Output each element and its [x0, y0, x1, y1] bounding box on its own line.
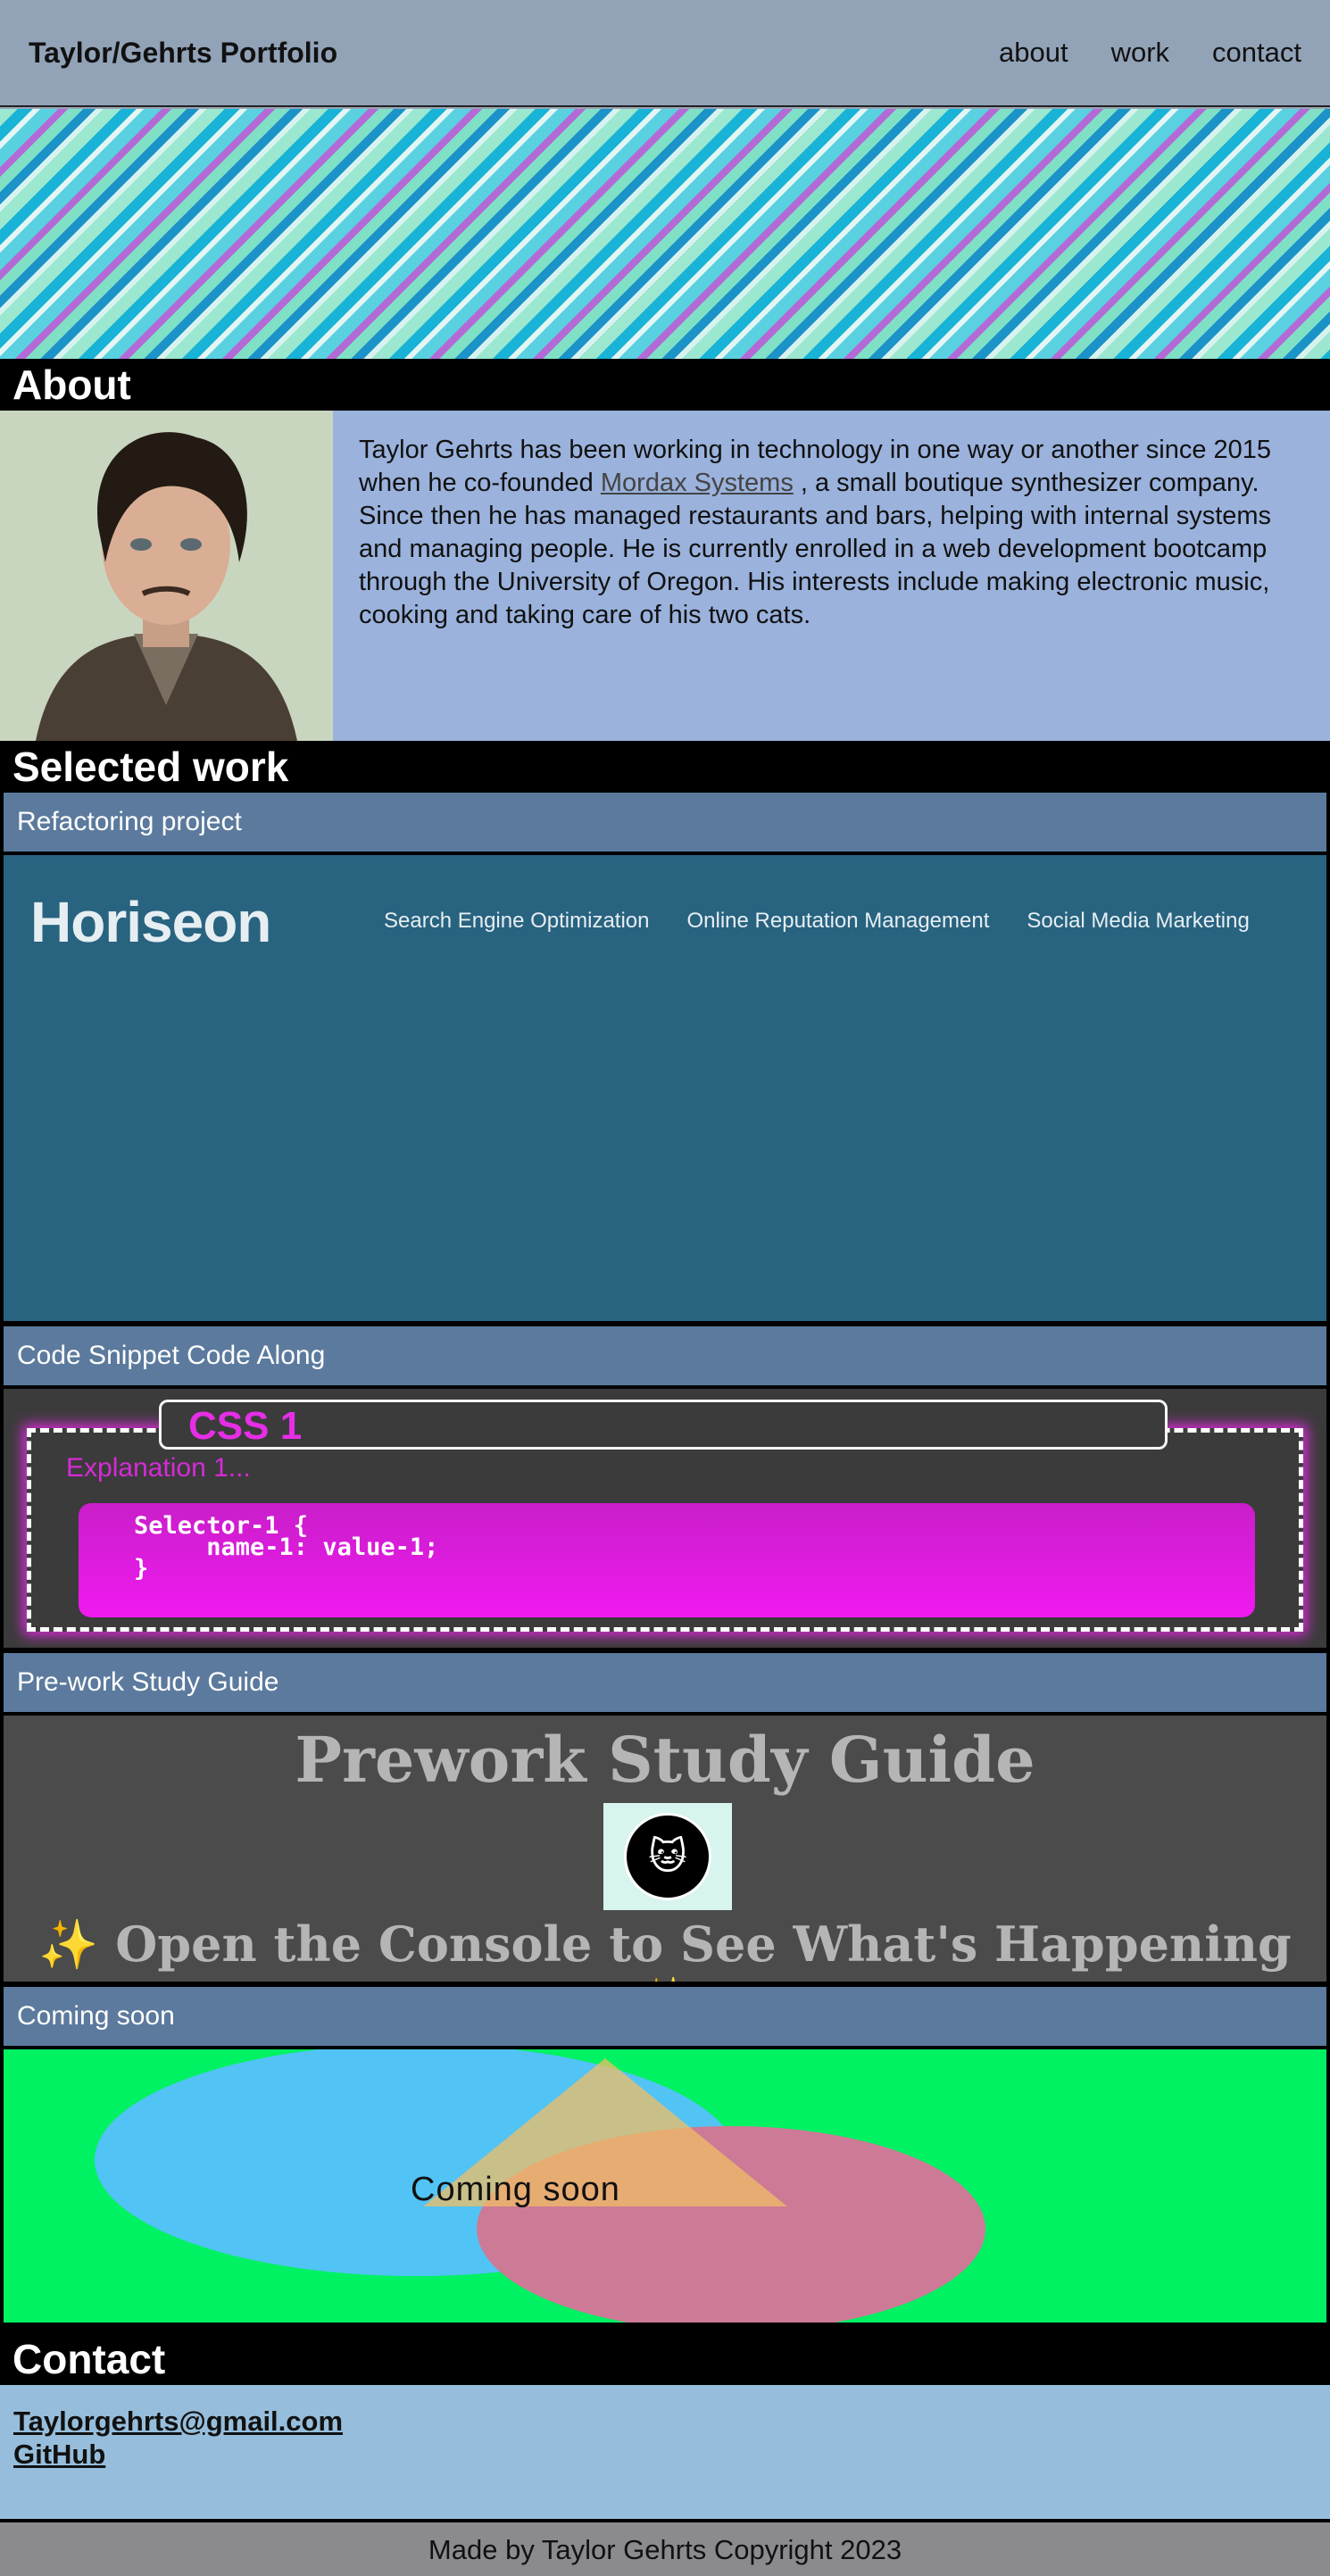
project-preview-image[interactable]: Horiseon Search Engine Optimization Onli… — [4, 855, 1326, 1321]
profile-portrait — [0, 411, 333, 741]
horiseon-nav-item: Online Reputation Management — [686, 909, 990, 933]
project-title[interactable]: Code Snippet Code Along — [4, 1326, 1326, 1385]
snippet-tab-label: CSS 1 — [188, 1404, 303, 1448]
snippet-explanation: Explanation 1... — [66, 1453, 251, 1483]
site-header: Taylor/Gehrts Portfolio about work conta… — [0, 0, 1330, 107]
nav-contact-link[interactable]: contact — [1212, 37, 1301, 69]
nav-work-link[interactable]: work — [1111, 37, 1169, 69]
about-section: Taylor Gehrts has been working in techno… — [0, 411, 1330, 741]
site-footer: Made by Taylor Gehrts Copyright 2023 — [0, 2519, 1330, 2576]
mordax-systems-link[interactable]: Mordax Systems — [601, 469, 794, 497]
project-card-refactoring[interactable]: Refactoring project Horiseon Search Engi… — [0, 793, 1330, 1326]
horiseon-nav-item: Social Media Marketing — [1027, 909, 1250, 933]
hero-banner — [0, 109, 1330, 359]
contact-heading: Contact — [0, 2333, 1330, 2385]
main-nav: about work contact — [999, 37, 1301, 69]
project-card-code-snippet[interactable]: Code Snippet Code Along CSS 1 Explanatio… — [0, 1326, 1330, 1653]
about-description: Taylor Gehrts has been working in techno… — [359, 434, 1305, 632]
project-title[interactable]: Refactoring project — [4, 793, 1326, 852]
project-title[interactable]: Pre-work Study Guide — [4, 1653, 1326, 1712]
github-link[interactable]: GitHub — [13, 2438, 1317, 2471]
horiseon-nav: Search Engine Optimization Online Reputa… — [384, 909, 1250, 934]
nav-about-link[interactable]: about — [999, 37, 1068, 69]
contact-section: Taylorgehrts@gmail.com GitHub — [0, 2385, 1330, 2519]
work-heading: Selected work — [0, 741, 1330, 793]
project-preview-image[interactable]: Coming soon — [4, 2049, 1326, 2323]
horiseon-nav-item: Search Engine Optimization — [384, 909, 650, 933]
about-heading: About — [0, 359, 1330, 411]
project-card-coming-soon[interactable]: Coming soon Coming soon — [0, 1987, 1330, 2333]
project-preview-image[interactable]: Prework Study Guide 🐱 ✨ Open the Console… — [4, 1716, 1326, 1982]
email-link[interactable]: Taylorgehrts@gmail.com — [13, 2405, 1317, 2438]
coming-soon-label: Coming soon — [411, 2171, 620, 2208]
horiseon-logo: Horiseon — [30, 890, 271, 954]
project-preview-image[interactable]: CSS 1 Explanation 1... Selector-1 { name… — [4, 1389, 1326, 1648]
snippet-code-block: Selector-1 { name-1: value-1; } — [79, 1503, 1255, 1617]
study-guide-subtitle: ✨ Open the Console to See What's Happeni… — [38, 1915, 1292, 1982]
cat-icon: 🐱 — [624, 1813, 711, 1900]
site-brand[interactable]: Taylor/Gehrts Portfolio — [29, 37, 337, 70]
project-card-study-guide[interactable]: Pre-work Study Guide Prework Study Guide… — [0, 1653, 1330, 1987]
project-title[interactable]: Coming soon — [4, 1987, 1326, 2046]
cat-avatar: 🐱 — [603, 1803, 732, 1910]
study-guide-title: Prework Study Guide — [295, 1723, 1035, 1797]
snippet-tab: CSS 1 — [159, 1400, 1168, 1450]
